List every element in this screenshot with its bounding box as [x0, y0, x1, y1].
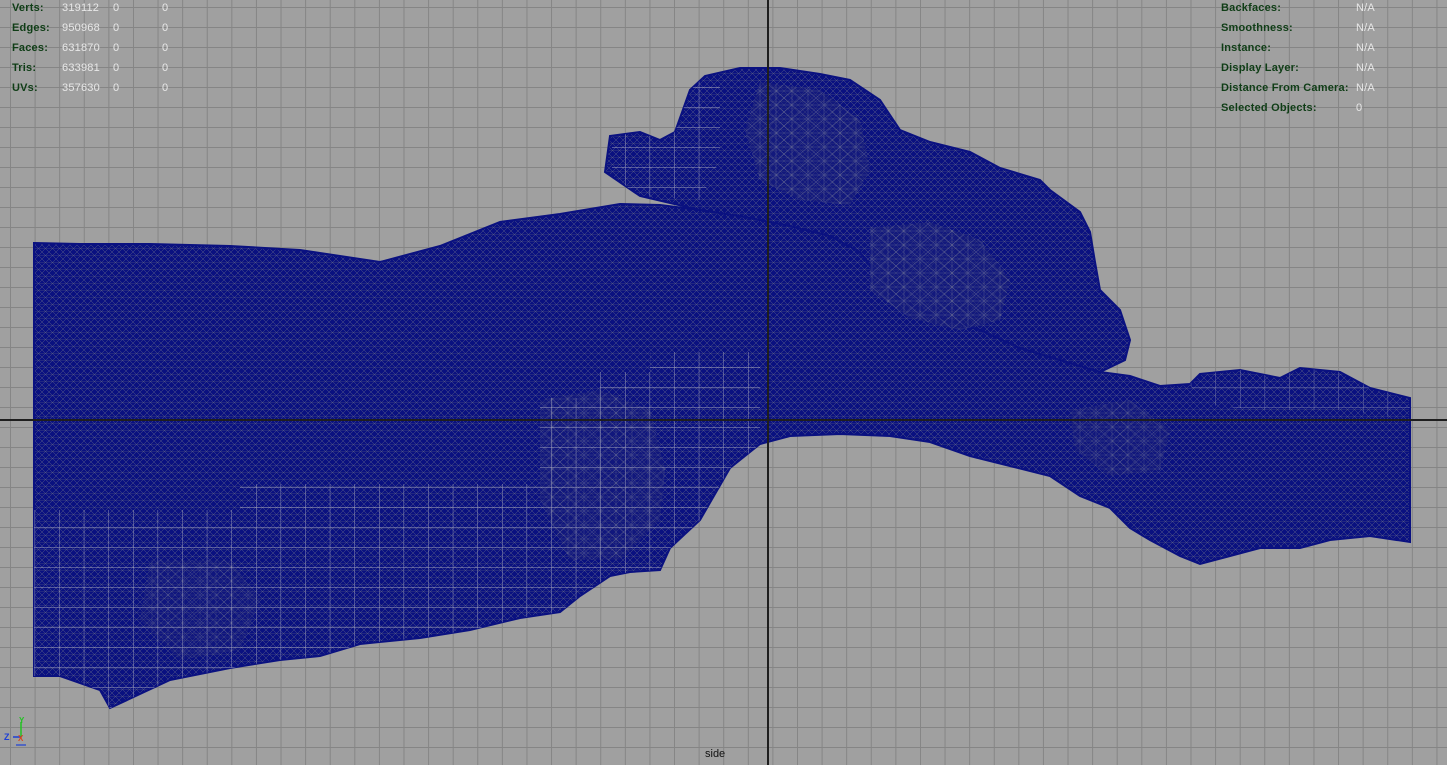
- hud-row-verts: Verts: 319112 0 0: [12, 0, 212, 18]
- poly-count-hud: Verts: 319112 0 0 Edges: 950968 0 0 Face…: [12, 0, 212, 98]
- hud-label: Verts:: [12, 2, 44, 14]
- hud-row-tris: Tris: 633981 0 0: [12, 58, 212, 78]
- hud-row-smoothness: Smoothness: N/A: [1221, 18, 1441, 38]
- hud-label: Distance From Camera:: [1221, 82, 1349, 94]
- axis-label-x: X: [18, 734, 24, 743]
- hud-row-display-layer: Display Layer: N/A: [1221, 58, 1441, 78]
- hud-row-instance: Instance: N/A: [1221, 38, 1441, 58]
- hud-label: Faces:: [12, 42, 49, 54]
- hud-value: N/A: [1356, 82, 1375, 94]
- hud-value: N/A: [1356, 2, 1375, 14]
- hud-label: Backfaces:: [1221, 2, 1282, 14]
- hud-value: 633981: [62, 62, 100, 74]
- hud-value: 319112: [62, 2, 100, 14]
- hud-label: Display Layer:: [1221, 62, 1300, 74]
- hud-value: 0: [113, 42, 120, 54]
- hud-value: N/A: [1356, 22, 1375, 34]
- hud-row-edges: Edges: 950968 0 0: [12, 18, 212, 38]
- hud-label: Instance:: [1221, 42, 1272, 54]
- axis-label-y: Y: [19, 716, 25, 725]
- hud-label: Selected Objects:: [1221, 102, 1317, 114]
- hud-value: 0: [113, 82, 120, 94]
- hud-value: N/A: [1356, 62, 1375, 74]
- hud-value: 0: [113, 22, 120, 34]
- hud-value: 0: [162, 2, 169, 14]
- hud-row-faces: Faces: 631870 0 0: [12, 38, 212, 58]
- hud-value: 0: [113, 2, 120, 14]
- hud-value: 357630: [62, 82, 100, 94]
- hud-row-uvs: UVs: 357630 0 0: [12, 78, 212, 98]
- hud-value: 0: [113, 62, 120, 74]
- world-axis-horizontal: [0, 419, 1447, 421]
- axis-label-z: Z: [4, 732, 10, 742]
- hud-value: 0: [162, 82, 169, 94]
- hud-row-selected-objects: Selected Objects: 0: [1221, 98, 1441, 118]
- hud-value: 0: [1356, 102, 1363, 114]
- object-details-hud: Backfaces: N/A Smoothness: N/A Instance:…: [1221, 0, 1441, 118]
- hud-value: 950968: [62, 22, 100, 34]
- hud-label: UVs:: [12, 82, 38, 94]
- world-axis-vertical: [767, 0, 769, 765]
- hud-label: Smoothness:: [1221, 22, 1293, 34]
- hud-value: 631870: [62, 42, 100, 54]
- hud-value: 0: [162, 62, 169, 74]
- hud-value: 0: [162, 22, 169, 34]
- hud-value: N/A: [1356, 42, 1375, 54]
- hud-row-distance-from-camera: Distance From Camera: N/A: [1221, 78, 1441, 98]
- camera-name-label: side: [705, 748, 726, 760]
- hud-label: Edges:: [12, 22, 50, 34]
- hud-value: 0: [162, 42, 169, 54]
- viewport-side[interactable]: Verts: 319112 0 0 Edges: 950968 0 0 Face…: [0, 0, 1447, 765]
- hud-row-backfaces: Backfaces: N/A: [1221, 0, 1441, 18]
- axis-orientation-icon: Y Z X: [4, 716, 26, 746]
- hud-label: Tris:: [12, 62, 37, 74]
